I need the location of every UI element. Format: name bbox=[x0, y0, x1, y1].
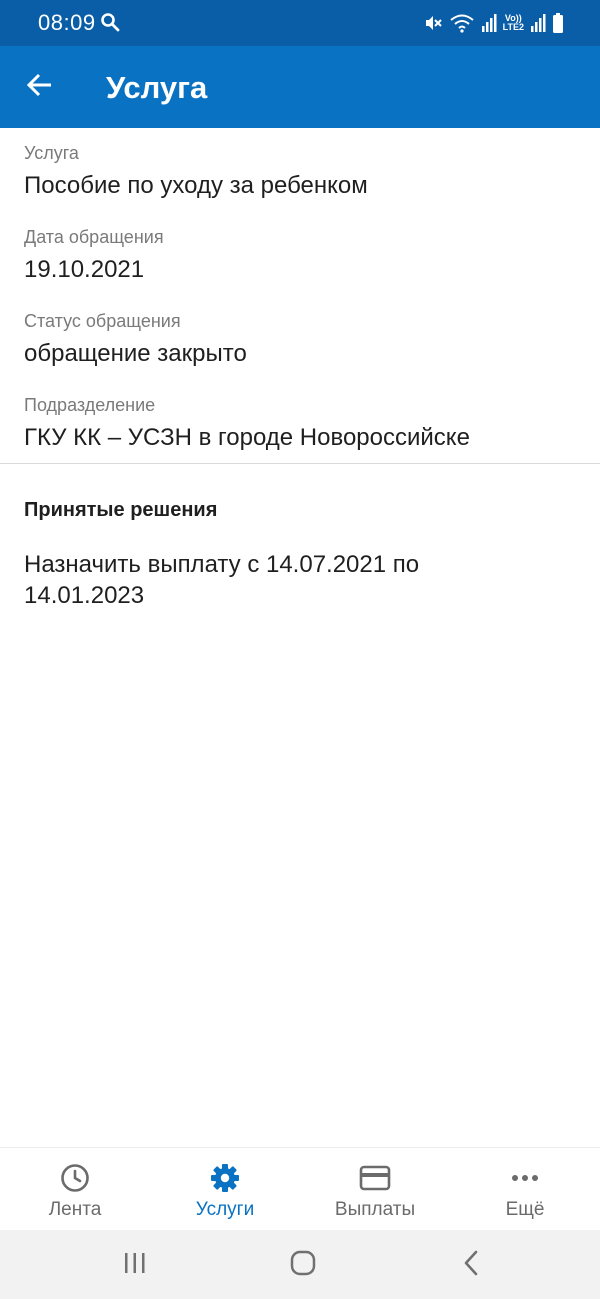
service-label: Услуга bbox=[24, 143, 79, 163]
request-date-label: Дата обращения bbox=[24, 227, 164, 247]
chevron-left-icon bbox=[462, 1249, 482, 1282]
gear-icon bbox=[209, 1162, 241, 1194]
signal-icon bbox=[481, 14, 497, 32]
arrow-left-icon bbox=[26, 71, 54, 104]
system-nav-bar bbox=[0, 1230, 600, 1299]
back-button[interactable] bbox=[18, 65, 62, 109]
nav-item-feed[interactable]: Лента bbox=[0, 1148, 150, 1231]
nav-label-services: Услуги bbox=[195, 1199, 255, 1220]
service-value: Пособие по уходу за ребенком bbox=[24, 172, 368, 199]
nav-item-more[interactable]: Ещё bbox=[450, 1148, 600, 1231]
department-field: Подразделение ГКУ КК – УСЗН в городе Нов… bbox=[24, 394, 584, 454]
page-title: Услуга bbox=[106, 70, 208, 105]
decision-text: Назначить выплату с 14.07.2021 по 14.01.… bbox=[24, 551, 420, 609]
more-dots-icon bbox=[509, 1162, 541, 1194]
request-status-value: обращение закрыто bbox=[24, 340, 247, 367]
battery-icon bbox=[552, 13, 564, 33]
request-status-label: Статус обращения bbox=[24, 311, 181, 331]
divider bbox=[0, 463, 600, 464]
department-value: ГКУ КК – УСЗН в городе Новороссийске bbox=[24, 424, 470, 451]
request-date-field: Дата обращения 19.10.2021 bbox=[24, 226, 584, 286]
system-back-button[interactable] bbox=[452, 1248, 492, 1282]
status-bar: 08:09 Vo)) LTE2 bbox=[0, 0, 600, 46]
recent-apps-button[interactable] bbox=[115, 1248, 155, 1282]
mute-icon bbox=[423, 13, 443, 33]
credit-card-icon bbox=[359, 1162, 391, 1194]
nav-label-feed: Лента bbox=[48, 1199, 102, 1220]
nav-label-more: Ещё bbox=[505, 1199, 545, 1220]
recent-apps-icon bbox=[122, 1251, 148, 1280]
wifi-icon bbox=[449, 13, 475, 33]
app-bar: Услуга bbox=[0, 46, 600, 128]
nav-label-payments: Выплаты bbox=[334, 1199, 416, 1220]
home-button[interactable] bbox=[283, 1248, 323, 1282]
signal-icon-2 bbox=[530, 14, 546, 32]
department-label: Подразделение bbox=[24, 395, 156, 415]
clock-icon bbox=[59, 1162, 91, 1194]
bottom-nav: Лента Услуги Выплаты Ещё bbox=[0, 1147, 600, 1231]
status-icons: Vo)) LTE2 bbox=[423, 10, 564, 36]
request-status-field: Статус обращения обращение закрыто bbox=[24, 310, 584, 370]
home-icon bbox=[289, 1249, 317, 1282]
request-date-value: 19.10.2021 bbox=[24, 256, 145, 283]
nav-item-payments[interactable]: Выплаты bbox=[300, 1148, 450, 1231]
lte-bottom-label: LTE2 bbox=[502, 22, 524, 32]
nav-item-services[interactable]: Услуги bbox=[150, 1148, 300, 1231]
lte-indicator: Vo)) LTE2 bbox=[503, 14, 524, 32]
status-time: 08:09 bbox=[38, 10, 96, 35]
search-icon bbox=[100, 12, 120, 32]
decisions-heading: Принятые решения bbox=[24, 499, 218, 521]
service-field: Услуга Пособие по уходу за ребенком bbox=[24, 142, 584, 202]
